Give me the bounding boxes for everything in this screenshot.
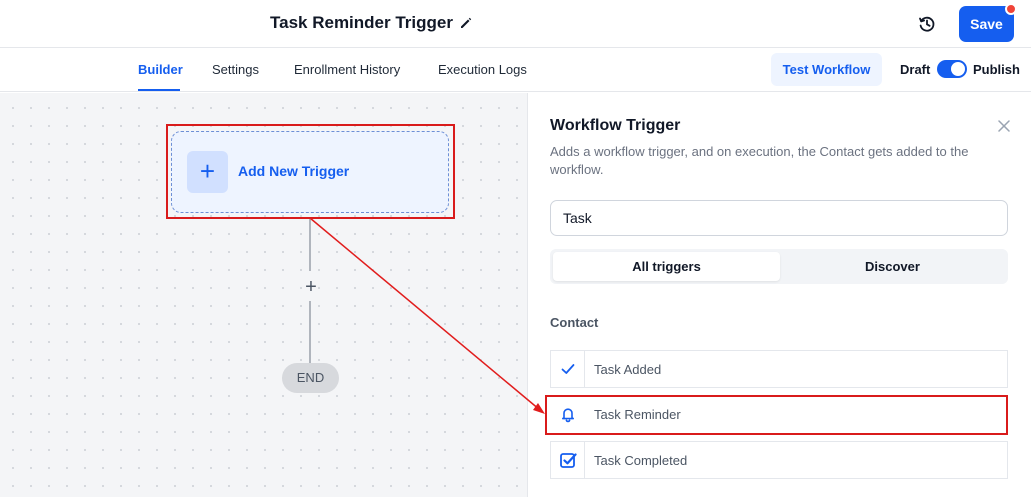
- checkbox-checked-icon: [560, 453, 577, 468]
- annotation-highlight-task-reminder: [545, 395, 1008, 435]
- trigger-option-task-completed[interactable]: Task Completed: [550, 441, 1008, 479]
- panel-title: Workflow Trigger: [550, 117, 681, 134]
- tab-execution-logs[interactable]: Execution Logs: [438, 62, 527, 77]
- tab-settings[interactable]: Settings: [212, 62, 259, 77]
- option-label: Task Added: [594, 362, 662, 377]
- section-label-contact: Contact: [550, 315, 599, 330]
- trigger-option-task-added[interactable]: Task Added: [550, 350, 1008, 388]
- workflow-title: Task Reminder Trigger: [270, 13, 453, 32]
- add-step-button[interactable]: +: [301, 276, 321, 298]
- test-workflow-button[interactable]: Test Workflow: [771, 53, 882, 86]
- tab-enrollment-history[interactable]: Enrollment History: [294, 62, 400, 77]
- pencil-edit-icon[interactable]: [458, 15, 474, 31]
- trigger-segmented-control: All triggers Discover: [550, 249, 1008, 284]
- segment-discover[interactable]: Discover: [780, 252, 1005, 281]
- trigger-search-input[interactable]: [550, 200, 1008, 236]
- option-icon-cell: [551, 442, 585, 478]
- history-clock-icon[interactable]: [917, 14, 937, 34]
- publish-toggle[interactable]: [937, 60, 967, 78]
- connector-line-top: [309, 219, 311, 271]
- tabs-bar: Builder Settings Enrollment History Exec…: [0, 48, 1031, 92]
- active-tab-indicator: [138, 89, 180, 91]
- checkmark-icon: [561, 364, 575, 374]
- notification-dot: [1005, 3, 1017, 15]
- workflow-trigger-panel: Workflow Trigger Adds a workflow trigger…: [527, 93, 1031, 497]
- annotation-highlight-trigger: [166, 124, 455, 219]
- panel-description: Adds a workflow trigger, and on executio…: [550, 144, 969, 177]
- end-node: END: [282, 363, 339, 393]
- option-label: Task Completed: [594, 453, 688, 468]
- workflow-canvas[interactable]: + Add New Trigger + END: [0, 93, 527, 497]
- top-header: Task Reminder Trigger Save: [0, 0, 1031, 48]
- segment-all-triggers[interactable]: All triggers: [553, 252, 780, 281]
- option-icon-cell: [551, 351, 585, 387]
- draft-label: Draft: [900, 62, 931, 77]
- tab-builder[interactable]: Builder: [138, 62, 183, 77]
- publish-label: Publish: [973, 62, 1020, 77]
- toggle-knob: [951, 62, 965, 76]
- connector-line-bottom: [309, 301, 311, 363]
- close-icon[interactable]: [996, 118, 1012, 134]
